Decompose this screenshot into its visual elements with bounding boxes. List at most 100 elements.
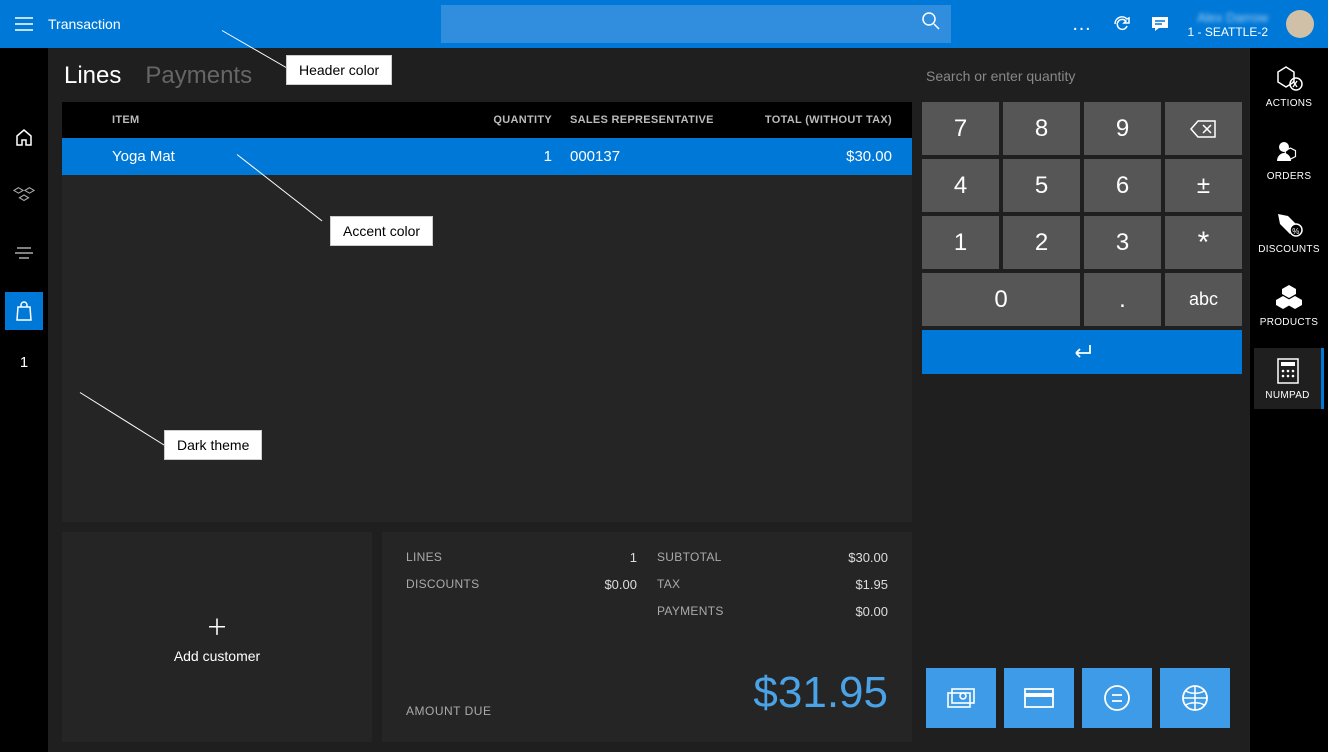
bottom-row: ＋ Add customer LINES1 DISCOUNTS$0.00 SUB… xyxy=(62,532,912,742)
more-icon[interactable]: … xyxy=(1072,13,1094,36)
user-name: Alex Darrow xyxy=(1188,10,1268,25)
key-abc[interactable]: abc xyxy=(1165,273,1242,326)
app-root: Transaction … Alex Darrow 1 - SEATTLE-2 xyxy=(0,0,1328,752)
action-orders[interactable]: ORDERS xyxy=(1254,129,1324,190)
key-6[interactable]: 6 xyxy=(1084,159,1161,212)
numpad-icon xyxy=(1273,356,1303,386)
action-discounts[interactable]: % DISCOUNTS xyxy=(1254,202,1324,263)
totals-panel: LINES1 DISCOUNTS$0.00 SUBTOTAL$30.00 TAX… xyxy=(382,532,912,742)
key-7[interactable]: 7 xyxy=(922,102,999,155)
pay-cash-button[interactable] xyxy=(926,668,996,728)
hamburger-icon xyxy=(15,17,33,31)
key-backspace[interactable] xyxy=(1165,102,1242,155)
orders-icon xyxy=(1274,137,1304,167)
cash-icon xyxy=(945,685,977,711)
tabs: Lines Payments xyxy=(62,58,912,102)
kv-tax: TAX$1.95 xyxy=(657,577,888,592)
discounts-icon: % xyxy=(1274,210,1304,240)
amount-due: AMOUNT DUE $31.95 xyxy=(406,631,888,718)
key-enter[interactable] xyxy=(922,330,1242,374)
line-item-name: Yoga Mat xyxy=(112,148,442,165)
pay-exact-button[interactable] xyxy=(1082,668,1152,728)
action-products[interactable]: PRODUCTS xyxy=(1254,275,1324,336)
col-sales-rep: SALES REPRESENTATIVE xyxy=(552,114,732,126)
annotation-dark-theme: Dark theme xyxy=(164,430,262,460)
card-icon xyxy=(1023,687,1055,709)
action-rail: ACTIONS ORDERS % DISCOUNTS PRODUCTS NUMP… xyxy=(1250,48,1328,752)
body: 1 Lines Payments ITEM QUANTITY SALES REP… xyxy=(0,48,1328,752)
action-numpad[interactable]: NUMPAD xyxy=(1254,348,1324,409)
key-3[interactable]: 3 xyxy=(1084,216,1161,269)
kv-discounts: DISCOUNTS$0.00 xyxy=(406,577,637,592)
key-decimal[interactable]: . xyxy=(1084,273,1161,326)
boxes-icon xyxy=(13,184,35,206)
nav-home[interactable] xyxy=(5,118,43,156)
main-area: Lines Payments ITEM QUANTITY SALES REPRE… xyxy=(48,48,1250,752)
plus-icon: ＋ xyxy=(206,610,228,642)
header-title: Transaction xyxy=(48,16,121,32)
line-item-total: $30.00 xyxy=(732,148,892,165)
enter-icon xyxy=(1071,343,1093,361)
bag-icon xyxy=(15,301,33,321)
kv-payments: PAYMENTS$0.00 xyxy=(657,604,888,619)
avatar xyxy=(1286,10,1314,38)
line-item-rep: 000137 xyxy=(552,148,732,165)
lines-header: ITEM QUANTITY SALES REPRESENTATIVE TOTAL… xyxy=(62,102,912,138)
left-nav-rail: 1 xyxy=(0,48,48,752)
line-item-qty: 1 xyxy=(442,148,552,165)
header-bar: Transaction … Alex Darrow 1 - SEATTLE-2 xyxy=(0,0,1328,48)
pay-card-button[interactable] xyxy=(1004,668,1074,728)
pay-currency-button[interactable] xyxy=(1160,668,1230,728)
tab-payments[interactable]: Payments xyxy=(145,62,252,90)
key-2[interactable]: 2 xyxy=(1003,216,1080,269)
kv-subtotal: SUBTOTAL$30.00 xyxy=(657,550,888,565)
message-icon[interactable] xyxy=(1150,14,1170,34)
action-actions[interactable]: ACTIONS xyxy=(1254,56,1324,117)
lines-empty-area xyxy=(62,175,912,522)
nav-products[interactable] xyxy=(5,176,43,214)
user-info[interactable]: Alex Darrow 1 - SEATTLE-2 xyxy=(1188,10,1314,39)
line-row[interactable]: Yoga Mat 1 000137 $30.00 xyxy=(62,138,912,175)
transaction-column: Lines Payments ITEM QUANTITY SALES REPRE… xyxy=(48,48,922,752)
home-icon xyxy=(14,127,34,147)
amount-due-label: AMOUNT DUE xyxy=(406,704,491,718)
kv-lines: LINES1 xyxy=(406,550,637,565)
search-icon xyxy=(921,11,941,31)
add-customer-button[interactable]: ＋ Add customer xyxy=(62,532,372,742)
actions-icon xyxy=(1274,64,1304,94)
equals-circle-icon xyxy=(1102,683,1132,713)
backspace-icon xyxy=(1190,119,1218,139)
key-4[interactable]: 4 xyxy=(922,159,999,212)
header-actions: … Alex Darrow 1 - SEATTLE-2 xyxy=(1072,10,1328,39)
lines-icon xyxy=(15,246,33,260)
amount-due-value: $31.95 xyxy=(753,668,888,718)
globe-icon xyxy=(1180,683,1210,713)
key-8[interactable]: 8 xyxy=(1003,102,1080,155)
key-asterisk[interactable]: * xyxy=(1165,216,1242,269)
nav-transaction[interactable] xyxy=(5,292,43,330)
store-label: 1 - SEATTLE-2 xyxy=(1188,25,1268,39)
add-customer-label: Add customer xyxy=(174,648,260,664)
col-item: ITEM xyxy=(112,114,442,126)
key-plusminus[interactable]: ± xyxy=(1165,159,1242,212)
col-quantity: QUANTITY xyxy=(442,114,552,126)
search-or-quantity-input[interactable]: Search or enter quantity xyxy=(922,58,1250,102)
payment-buttons xyxy=(922,668,1250,742)
menu-button[interactable] xyxy=(0,0,48,48)
refresh-icon[interactable] xyxy=(1112,14,1132,34)
global-search-input[interactable] xyxy=(441,5,951,43)
nav-transaction-count: 1 xyxy=(20,354,28,371)
nav-lines[interactable] xyxy=(5,234,43,272)
key-5[interactable]: 5 xyxy=(1003,159,1080,212)
right-column: Search or enter quantity 7 8 9 4 5 6 ± 1… xyxy=(922,48,1250,752)
annotation-header-color: Header color xyxy=(286,55,392,85)
numpad: 7 8 9 4 5 6 ± 1 2 3 * 0 . abc xyxy=(922,102,1250,383)
svg-text:%: % xyxy=(1292,227,1299,236)
key-9[interactable]: 9 xyxy=(1084,102,1161,155)
key-0[interactable]: 0 xyxy=(922,273,1080,326)
products-icon xyxy=(1274,283,1304,313)
annotation-accent-color: Accent color xyxy=(330,216,433,246)
key-1[interactable]: 1 xyxy=(922,216,999,269)
col-total: TOTAL (WITHOUT TAX) xyxy=(732,114,892,126)
tab-lines[interactable]: Lines xyxy=(64,62,121,90)
